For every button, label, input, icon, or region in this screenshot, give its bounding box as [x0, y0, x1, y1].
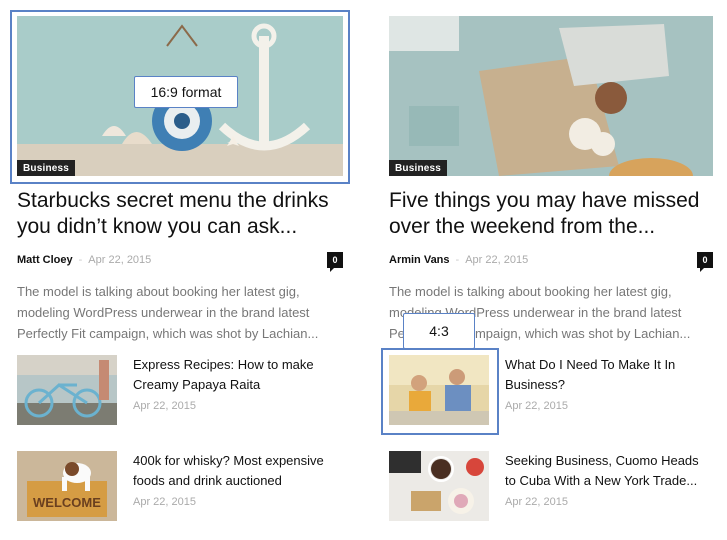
cafe-people-photo [389, 355, 489, 425]
small-post-title[interactable]: Seeking Business, Cuomo Heads to Cuba Wi… [505, 451, 713, 491]
author-link[interactable]: Matt Cloey [17, 254, 73, 266]
category-badge[interactable]: Business [389, 160, 448, 176]
bicycle-photo [17, 355, 117, 425]
meta-separator: - [78, 254, 83, 267]
meta-separator: - [455, 254, 460, 267]
hero-format-label: 16:9 format [134, 76, 238, 108]
category-badge[interactable]: Business [17, 160, 76, 176]
post-thumbnail[interactable] [17, 355, 117, 425]
post-thumbnail[interactable]: WELCOME [17, 451, 117, 521]
post-image-right[interactable]: Business [389, 16, 713, 176]
post-meta: Matt Cloey - Apr 22, 2015 0 [17, 252, 343, 273]
small-post-title[interactable]: What Do I Need To Make It In Business? [505, 355, 713, 395]
small-post-title[interactable]: 400k for whisky? Most expensive foods an… [133, 451, 343, 491]
post-excerpt: The model is talking about booking her l… [17, 284, 319, 342]
small-post-title[interactable]: Express Recipes: How to make Creamy Papa… [133, 355, 343, 395]
author-link[interactable]: Armin Vans [389, 254, 450, 266]
post-date: Apr 22, 2015 [88, 254, 152, 267]
small-post-item: WELCOME 400k for whisky? Most expensive … [17, 451, 343, 521]
comment-count-badge[interactable]: 0 [697, 252, 713, 273]
post-date: Apr 22, 2015 [465, 254, 529, 267]
small-post-item: What Do I Need To Make It In Business? A… [389, 355, 713, 425]
small-post-date: Apr 22, 2015 [505, 400, 568, 412]
food-table-photo [389, 451, 489, 521]
post-thumbnail[interactable] [389, 355, 489, 425]
post-card-right: Business Five things you may have missed… [389, 0, 713, 344]
post-card-left: Business Starbucks secret menu the drink… [17, 0, 343, 344]
small-post-item: Express Recipes: How to make Creamy Papa… [17, 355, 343, 425]
small-post-item: Seeking Business, Cuomo Heads to Cuba Wi… [389, 451, 713, 521]
thumb-format-label: 4:3 [403, 313, 475, 349]
small-post-date: Apr 22, 2015 [505, 496, 568, 508]
dog-welcome-mat-photo: WELCOME [17, 451, 117, 521]
desk-photo [389, 16, 713, 176]
post-title[interactable]: Starbucks secret menu the drinks you did… [17, 188, 343, 240]
post-thumbnail[interactable] [389, 451, 489, 521]
post-title[interactable]: Five things you may have missed over the… [389, 188, 713, 240]
small-post-date: Apr 22, 2015 [133, 496, 196, 508]
svg-text:WELCOME: WELCOME [33, 495, 101, 510]
small-post-date: Apr 22, 2015 [133, 400, 196, 412]
post-meta: Armin Vans - Apr 22, 2015 0 [389, 252, 713, 273]
comment-count-badge[interactable]: 0 [327, 252, 343, 273]
